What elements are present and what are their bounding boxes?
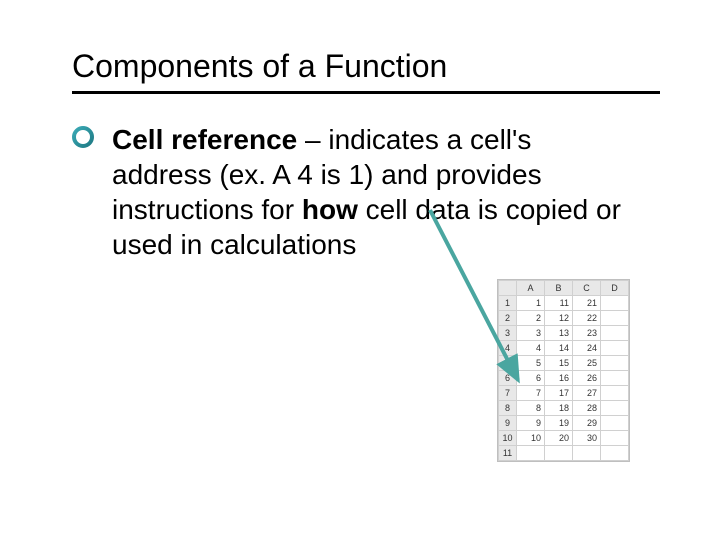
cell: 1 [517,296,545,311]
cell: 12 [545,311,573,326]
bullet-how: how [302,194,358,225]
table-row: 10102030 [499,431,629,446]
row-header: 4 [499,341,517,356]
col-header: B [545,281,573,296]
table-row: A B C D [499,281,629,296]
table-row: 551525 [499,356,629,371]
cell: 24 [573,341,601,356]
col-header: A [517,281,545,296]
corner-cell [499,281,517,296]
cell: 29 [573,416,601,431]
row-header: 11 [499,446,517,461]
cell: 6 [517,371,545,386]
cell: 22 [573,311,601,326]
col-header: C [573,281,601,296]
cell: 10 [517,431,545,446]
cell [601,401,629,416]
slide: Components of a Function Cell reference … [0,0,720,540]
cell: 2 [517,311,545,326]
cell: 4 [517,341,545,356]
cell [601,341,629,356]
cell: 13 [545,326,573,341]
table-row: 11 [499,446,629,461]
row-header: 8 [499,401,517,416]
cell: 25 [573,356,601,371]
cell: 30 [573,431,601,446]
cell: 7 [517,386,545,401]
cell: 28 [573,401,601,416]
cell: 14 [545,341,573,356]
ring-bullet-icon [72,126,94,148]
table-row: 771727 [499,386,629,401]
table-row: 441424 [499,341,629,356]
table-row: 991929 [499,416,629,431]
row-header: 1 [499,296,517,311]
cell [601,371,629,386]
cell [601,431,629,446]
cell [601,356,629,371]
table-row: 331323 [499,326,629,341]
cell [601,326,629,341]
row-header: 10 [499,431,517,446]
table-row: 111121 [499,296,629,311]
bullet-term: Cell reference [112,124,297,155]
cell [517,446,545,461]
row-header: 6 [499,371,517,386]
table-row: 881828 [499,401,629,416]
cell: 19 [545,416,573,431]
slide-title: Components of a Function [72,48,660,94]
cell [601,386,629,401]
cell: 20 [545,431,573,446]
row-header: 2 [499,311,517,326]
cell: 5 [517,356,545,371]
cell: 17 [545,386,573,401]
row-header: 3 [499,326,517,341]
cell [601,446,629,461]
bullet-text: Cell reference – indicates a cell's addr… [112,122,632,262]
col-header: D [601,281,629,296]
cell: 27 [573,386,601,401]
table-row: 221222 [499,311,629,326]
cell: 23 [573,326,601,341]
cell: 18 [545,401,573,416]
cell [601,296,629,311]
spreadsheet-table: A B C D 11112122122233132344142455152566… [498,280,629,461]
cell [573,446,601,461]
cell: 15 [545,356,573,371]
cell: 8 [517,401,545,416]
cell: 11 [545,296,573,311]
cell: 16 [545,371,573,386]
cell [601,416,629,431]
table-row: 661626 [499,371,629,386]
row-header: 9 [499,416,517,431]
cell: 3 [517,326,545,341]
cell: 26 [573,371,601,386]
row-header: 7 [499,386,517,401]
cell [601,311,629,326]
cell: 21 [573,296,601,311]
cell [545,446,573,461]
cell: 9 [517,416,545,431]
bullet-row: Cell reference – indicates a cell's addr… [72,122,660,262]
spreadsheet-snippet: A B C D 11112122122233132344142455152566… [497,279,630,462]
row-header: 5 [499,356,517,371]
